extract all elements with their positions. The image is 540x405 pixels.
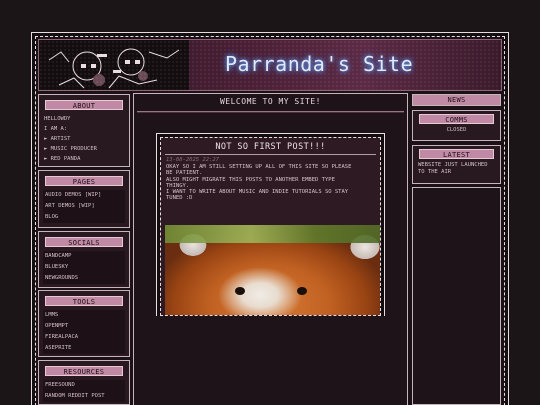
- about-item-red-panda: ► RED PANDA: [44, 156, 81, 162]
- link-art-demos[interactable]: ART DEMOS [WIP]: [43, 201, 125, 212]
- latest-title: LATEST: [419, 149, 494, 159]
- about-panel: ABOUT HELLOWDY I AM A: ► ARTIST ► MUSIC …: [38, 94, 130, 167]
- main-content-lower: [134, 316, 407, 405]
- site-title: Parranda's Site: [225, 52, 414, 76]
- link-freesound[interactable]: FREESOUND: [43, 380, 125, 391]
- site-header: Parranda's Site: [38, 39, 502, 91]
- link-bandcamp[interactable]: BANDCAMP: [43, 251, 125, 262]
- tools-panel: TOOLS LMMS OPENMPT FIREALPACA ASEPRITE: [38, 290, 130, 357]
- link-openmpt[interactable]: OPENMPT: [43, 321, 125, 332]
- link-newgrounds[interactable]: NEWGROUNDS: [43, 273, 125, 284]
- news-title: NEWS: [413, 95, 500, 105]
- tools-title: TOOLS: [45, 296, 123, 306]
- right-column-filler: [412, 187, 501, 405]
- latest-text: WEBSITE JUST LAUNCHED TO THE AIR: [418, 162, 488, 175]
- resources-title: RESOURCES: [45, 366, 123, 376]
- blog-post-body: NOT SO FIRST POST!!! 13-08-2025 22:27 OK…: [160, 137, 381, 316]
- header-drawing-icon: [39, 40, 189, 90]
- pages-panel: PAGES AUDIO DEMOS [WIP] ART DEMOS [WIP] …: [38, 170, 130, 228]
- about-title: ABOUT: [45, 100, 123, 110]
- header-artwork: [39, 40, 189, 90]
- pages-title: PAGES: [45, 176, 123, 186]
- link-blog[interactable]: BLOG: [43, 212, 125, 223]
- about-item-artist: ► ARTIST: [44, 136, 71, 142]
- photo-eye-left: [235, 287, 245, 295]
- blog-post: NOT SO FIRST POST!!! 13-08-2025 22:27 OK…: [156, 133, 385, 317]
- red-panda-photo: [165, 225, 380, 315]
- latest-panel: LATEST WEBSITE JUST LAUNCHED TO THE AIR: [412, 145, 501, 184]
- link-firealpaca[interactable]: FIREALPACA: [43, 332, 125, 343]
- link-audio-demos[interactable]: AUDIO DEMOS [WIP]: [43, 190, 125, 201]
- about-greeting: HELLOWDY: [44, 116, 71, 122]
- socials-title: SOCIALS: [45, 237, 123, 247]
- welcome-divider: [137, 111, 404, 113]
- welcome-heading: WELCOME TO MY SITE!: [219, 97, 321, 106]
- photo-foliage: [165, 225, 380, 243]
- about-item-music-producer: ► MUSIC PRODUCER: [44, 146, 97, 152]
- link-aseprite[interactable]: ASEPRITE: [43, 343, 125, 354]
- post-line: TUNED :D: [166, 195, 193, 202]
- post-divider: [165, 154, 376, 155]
- comms-status: CLOSED: [446, 127, 467, 133]
- comms-panel: COMMS CLOSED: [412, 110, 501, 141]
- news-panel: NEWS: [412, 94, 501, 106]
- post-title: NOT SO FIRST POST!!!: [215, 142, 326, 152]
- main-content: WELCOME TO MY SITE! NOT SO FIRST POST!!!…: [133, 93, 408, 405]
- socials-panel: SOCIALS BANDCAMP BLUESKY NEWGROUNDS: [38, 231, 130, 288]
- about-intro: I AM A:: [44, 126, 68, 132]
- link-bluesky[interactable]: BLUESKY: [43, 262, 125, 273]
- link-lmms[interactable]: LMMS: [43, 310, 125, 321]
- link-random-reddit-post[interactable]: RANDOM REDDIT POST: [43, 391, 125, 402]
- post-line: I WANT TO WRITE ABOUT MUSIC AND INDIE TU…: [166, 189, 349, 196]
- photo-eye-right: [297, 287, 307, 295]
- post-date: 13-08-2025 22:27: [166, 157, 219, 163]
- resources-panel: RESOURCES FREESOUND RANDOM REDDIT POST: [38, 360, 130, 405]
- comms-title: COMMS: [419, 114, 494, 124]
